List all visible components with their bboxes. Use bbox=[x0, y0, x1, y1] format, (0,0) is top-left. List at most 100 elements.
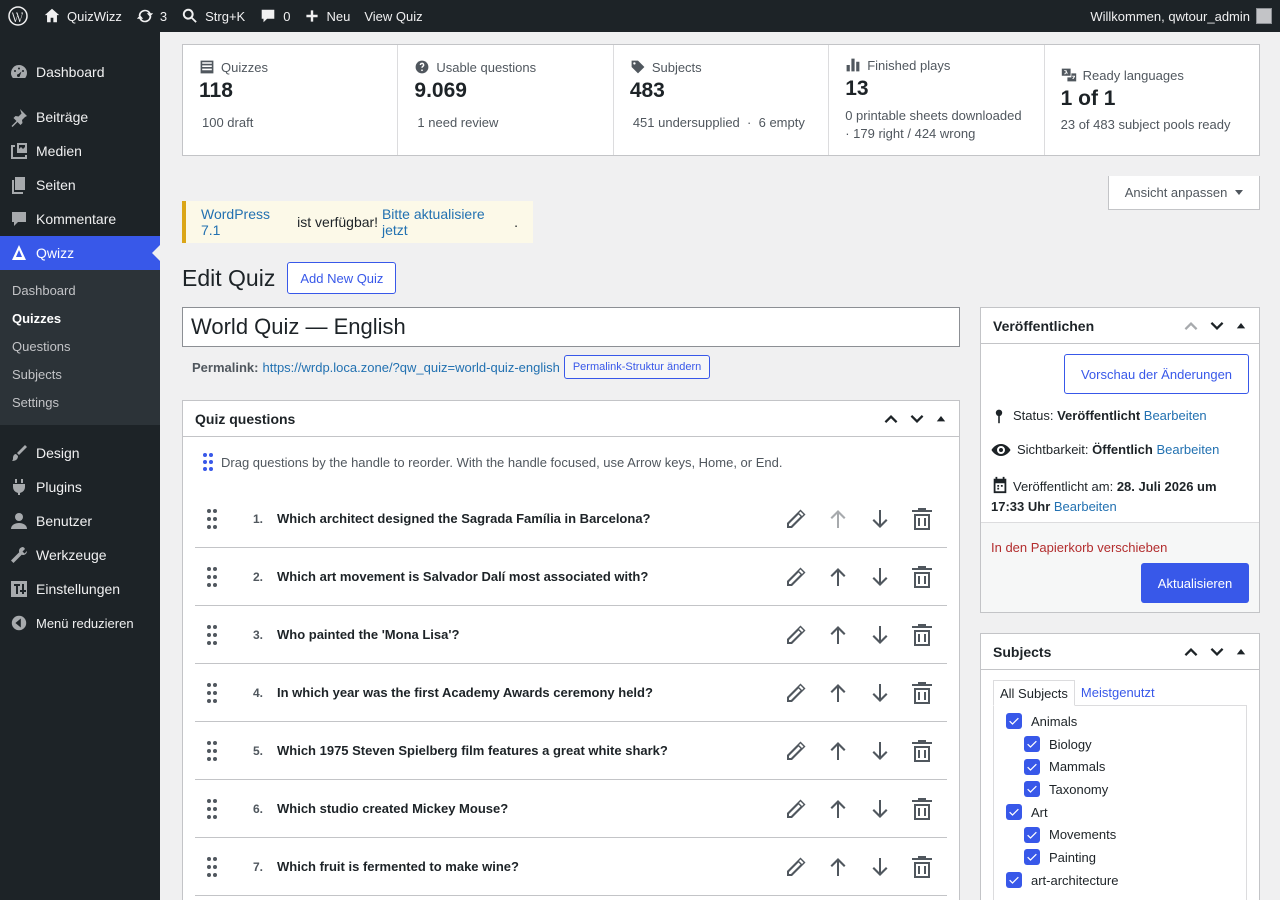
update-now-link[interactable]: Bitte aktualisiere jetzt bbox=[382, 206, 514, 238]
move-down-icon[interactable] bbox=[1209, 318, 1225, 334]
trash-icon[interactable] bbox=[901, 499, 943, 539]
wp-version-link[interactable]: WordPress 7.1 bbox=[201, 206, 293, 238]
update-button[interactable]: Aktualisieren bbox=[1141, 563, 1249, 603]
toggle-panel-icon[interactable] bbox=[1235, 646, 1247, 658]
stat-link-empty[interactable]: 6 empty bbox=[759, 115, 805, 130]
menu-comments[interactable]: Kommentare bbox=[0, 202, 160, 236]
add-new-quiz-button[interactable]: Add New Quiz bbox=[287, 262, 397, 294]
account-menu[interactable]: Willkommen, qwtour_admin bbox=[1083, 0, 1280, 32]
move-down-arrow-icon[interactable] bbox=[859, 847, 901, 887]
menu-media[interactable]: Medien bbox=[0, 134, 160, 168]
menu-users[interactable]: Benutzer bbox=[0, 504, 160, 538]
submenu-settings[interactable]: Settings bbox=[0, 389, 160, 417]
toggle-panel-icon[interactable] bbox=[1235, 320, 1247, 332]
wordpress-logo-icon[interactable] bbox=[0, 0, 36, 32]
edit-pencil-icon[interactable] bbox=[775, 557, 817, 597]
drag-handle-icon[interactable] bbox=[195, 798, 229, 820]
trash-icon[interactable] bbox=[901, 731, 943, 771]
drag-handle-icon[interactable] bbox=[195, 508, 229, 530]
drag-handle-icon[interactable] bbox=[195, 566, 229, 588]
trash-link[interactable]: In den Papierkorb verschieben bbox=[991, 540, 1167, 555]
move-up-icon[interactable] bbox=[883, 411, 899, 427]
submenu-quizzes[interactable]: Quizzes bbox=[0, 305, 160, 333]
trash-icon[interactable] bbox=[901, 847, 943, 887]
subject-checkbox[interactable] bbox=[1024, 826, 1040, 843]
edit-pencil-icon[interactable] bbox=[775, 847, 817, 887]
published-label: Veröffentlicht am: bbox=[1013, 479, 1117, 494]
stat-link-undersupplied[interactable]: 451 undersupplied bbox=[633, 115, 740, 130]
subject-checkbox[interactable] bbox=[1006, 713, 1022, 730]
quiz-title-input[interactable]: World Quiz — English bbox=[182, 307, 960, 347]
tab-most-used[interactable]: Meistgenutzt bbox=[1075, 680, 1161, 706]
move-down-icon[interactable] bbox=[1209, 644, 1225, 660]
screen-options-button[interactable]: Ansicht anpassen bbox=[1108, 176, 1260, 210]
subject-checkbox[interactable] bbox=[1024, 736, 1040, 753]
edit-status-link[interactable]: Bearbeiten bbox=[1144, 408, 1207, 423]
subject-checkbox[interactable] bbox=[1024, 758, 1040, 775]
drag-handle-icon[interactable] bbox=[195, 624, 229, 646]
updates-link[interactable]: 3 bbox=[129, 0, 174, 32]
edit-pencil-icon[interactable] bbox=[775, 731, 817, 771]
move-up-arrow-icon[interactable] bbox=[817, 615, 859, 655]
permalink-structure-button[interactable]: Permalink-Struktur ändern bbox=[563, 355, 711, 379]
drag-handle-icon[interactable] bbox=[195, 740, 229, 762]
subject-checkbox[interactable] bbox=[1006, 872, 1022, 889]
new-content-link[interactable]: Neu bbox=[297, 0, 357, 32]
submenu-questions[interactable]: Questions bbox=[0, 333, 160, 361]
menu-qwizz[interactable]: Qwizz bbox=[0, 236, 160, 270]
menu-plugins[interactable]: Plugins bbox=[0, 470, 160, 504]
move-up-arrow-icon[interactable] bbox=[817, 789, 859, 829]
menu-design[interactable]: Design bbox=[0, 436, 160, 470]
move-up-arrow-icon[interactable] bbox=[817, 731, 859, 771]
stat-link-review[interactable]: 1 need review bbox=[417, 115, 498, 130]
trash-icon[interactable] bbox=[901, 673, 943, 713]
edit-date-link[interactable]: Bearbeiten bbox=[1054, 499, 1117, 514]
edit-pencil-icon[interactable] bbox=[775, 673, 817, 713]
menu-pages[interactable]: Seiten bbox=[0, 168, 160, 202]
move-up-icon[interactable] bbox=[1183, 644, 1199, 660]
edit-pencil-icon[interactable] bbox=[775, 615, 817, 655]
move-down-icon[interactable] bbox=[909, 411, 925, 427]
move-up-arrow-icon[interactable] bbox=[817, 499, 859, 539]
submenu-subjects[interactable]: Subjects bbox=[0, 361, 160, 389]
subject-checkbox[interactable] bbox=[1006, 804, 1022, 821]
subject-checkbox[interactable] bbox=[1024, 781, 1040, 798]
toggle-panel-icon[interactable] bbox=[935, 413, 947, 425]
move-up-arrow-icon[interactable] bbox=[817, 847, 859, 887]
trash-icon[interactable] bbox=[901, 615, 943, 655]
menu-settings[interactable]: Einstellungen bbox=[0, 572, 160, 606]
move-up-icon[interactable] bbox=[1183, 318, 1199, 334]
move-up-arrow-icon[interactable] bbox=[817, 673, 859, 713]
menu-posts[interactable]: Beiträge bbox=[0, 100, 160, 134]
stat-link-draft[interactable]: 100 draft bbox=[202, 115, 253, 130]
submenu-dashboard[interactable]: Dashboard bbox=[0, 277, 160, 305]
move-down-arrow-icon[interactable] bbox=[859, 615, 901, 655]
permalink-url[interactable]: https://wrdp.loca.zone/?qw_quiz=world-qu… bbox=[262, 360, 559, 375]
menu-collapse[interactable]: Menü reduzieren bbox=[0, 606, 160, 640]
trash-icon[interactable] bbox=[901, 557, 943, 597]
menu-tools[interactable]: Werkzeuge bbox=[0, 538, 160, 572]
drag-handle-icon[interactable] bbox=[195, 682, 229, 704]
move-down-arrow-icon[interactable] bbox=[859, 731, 901, 771]
site-name-link[interactable]: QuizWizz bbox=[36, 0, 129, 32]
move-down-arrow-icon[interactable] bbox=[859, 557, 901, 597]
move-down-arrow-icon[interactable] bbox=[859, 789, 901, 829]
move-down-arrow-icon[interactable] bbox=[859, 673, 901, 713]
view-quiz-link[interactable]: View Quiz bbox=[357, 0, 429, 32]
drag-handle-icon[interactable] bbox=[195, 856, 229, 878]
preview-changes-button[interactable]: Vorschau der Änderungen bbox=[1064, 354, 1249, 394]
page-title: Edit Quiz bbox=[182, 264, 276, 291]
edit-pencil-icon[interactable] bbox=[775, 789, 817, 829]
permalink-label: Permalink: bbox=[192, 359, 259, 375]
tab-all-subjects[interactable]: All Subjects bbox=[993, 680, 1075, 706]
menu-dashboard[interactable]: Dashboard bbox=[0, 55, 160, 89]
subject-checkbox[interactable] bbox=[1024, 849, 1040, 866]
move-down-arrow-icon[interactable] bbox=[859, 499, 901, 539]
edit-visibility-link[interactable]: Bearbeiten bbox=[1156, 442, 1219, 457]
trash-icon[interactable] bbox=[901, 789, 943, 829]
move-up-arrow-icon[interactable] bbox=[817, 557, 859, 597]
admin-bar: QuizWizz 3 Strg+K 0 Neu View Quiz Willko… bbox=[0, 0, 1280, 32]
edit-pencil-icon[interactable] bbox=[775, 499, 817, 539]
comments-link[interactable]: 0 bbox=[252, 0, 297, 32]
search-link[interactable]: Strg+K bbox=[174, 0, 252, 32]
